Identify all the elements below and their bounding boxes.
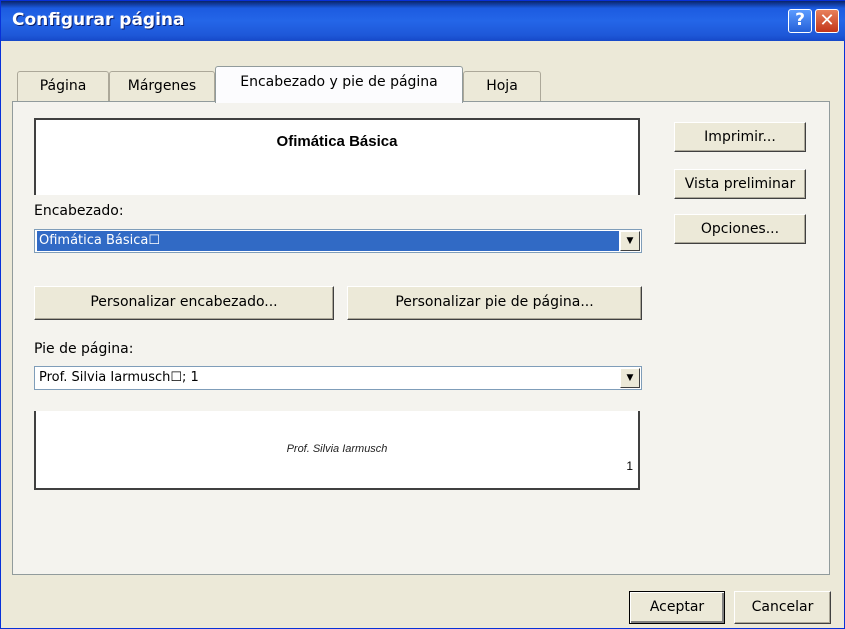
print-button[interactable]: Imprimir...	[674, 122, 806, 152]
tab-encabezado-pie[interactable]: Encabezado y pie de página	[215, 66, 463, 103]
tab-pagina[interactable]: Página	[17, 71, 109, 101]
accept-button[interactable]: Aceptar	[629, 591, 725, 624]
footer-preview-page-number: 1	[626, 459, 633, 473]
tab-hoja[interactable]: Hoja	[463, 71, 541, 101]
print-preview-button[interactable]: Vista preliminar	[674, 169, 806, 199]
encabezado-label: Encabezado:	[34, 203, 124, 219]
page-setup-dialog: Configurar página ? ✕ Página Márgenes En…	[0, 0, 845, 629]
title-bar[interactable]: Configurar página ? ✕	[1, 1, 845, 41]
options-button[interactable]: Opciones...	[674, 214, 806, 244]
tab-margenes[interactable]: Márgenes	[109, 71, 215, 101]
pie-select[interactable]: Prof. Silvia Iarmusch☐; 1 ▼	[34, 366, 642, 390]
header-preview: Ofimática Básica	[34, 118, 640, 195]
close-icon[interactable]: ✕	[815, 9, 839, 33]
cancel-button[interactable]: Cancelar	[734, 591, 831, 624]
customize-footer-button[interactable]: Personalizar pie de página...	[347, 286, 642, 320]
customize-header-button[interactable]: Personalizar encabezado...	[34, 286, 334, 320]
chevron-down-icon[interactable]: ▼	[620, 231, 640, 251]
footer-preview: Prof. Silvia Iarmusch 1	[34, 411, 640, 490]
window-title: Configurar página	[12, 10, 185, 30]
help-icon[interactable]: ?	[788, 9, 812, 33]
footer-preview-text: Prof. Silvia Iarmusch	[286, 443, 388, 455]
encabezado-select-value: Ofimática Básica☐	[36, 230, 620, 252]
encabezado-select[interactable]: Ofimática Básica☐ ▼	[34, 229, 642, 253]
pie-select-value: Prof. Silvia Iarmusch☐; 1	[39, 370, 199, 385]
header-preview-text: Ofimática Básica	[276, 133, 398, 150]
chevron-down-icon[interactable]: ▼	[620, 368, 640, 388]
pie-label: Pie de página:	[34, 341, 134, 357]
